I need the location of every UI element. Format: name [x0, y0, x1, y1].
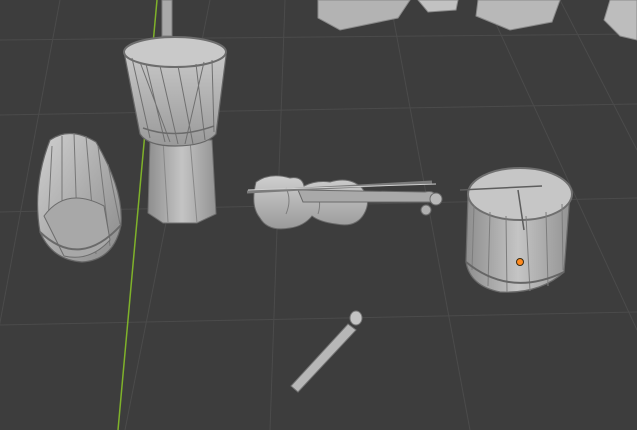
- background-block-3: [475, 0, 561, 31]
- snare-drum[interactable]: [459, 167, 573, 293]
- pole: [161, 0, 173, 37]
- background-block-1: [317, 0, 411, 31]
- 3d-scene-canvas[interactable]: [0, 0, 637, 430]
- object-origin-point: [516, 258, 524, 266]
- bongo-tilted[interactable]: [36, 132, 122, 263]
- background-block-2: [417, 0, 459, 13]
- 3d-viewport[interactable]: [0, 0, 637, 430]
- violin[interactable]: [246, 175, 443, 230]
- drumstick[interactable]: [290, 310, 363, 393]
